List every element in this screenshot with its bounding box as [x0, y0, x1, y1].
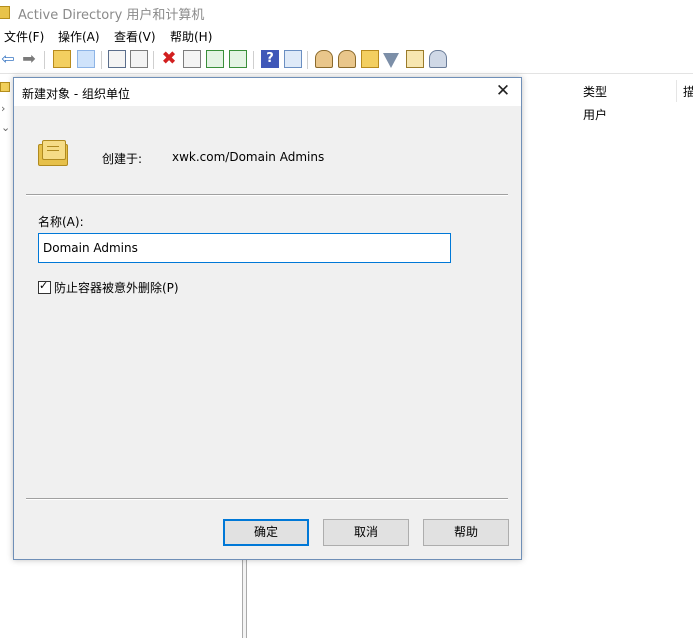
- filter-icon[interactable]: [383, 53, 399, 68]
- toolbar-separator: [253, 51, 254, 69]
- new-group-icon[interactable]: [338, 50, 356, 68]
- divider: [26, 194, 508, 196]
- menu-file[interactable]: 文件(F): [4, 28, 44, 45]
- tree-pane: › ⌄: [0, 80, 10, 140]
- list-item-type: 用户: [583, 108, 608, 122]
- pane-splitter[interactable]: [242, 560, 247, 638]
- protect-from-deletion-row[interactable]: ✓ 防止容器被意外删除(P): [38, 279, 179, 296]
- delete-icon[interactable]: ✖: [160, 50, 178, 68]
- find-icon[interactable]: [406, 50, 424, 68]
- window-title: Active Directory 用户和计算机: [18, 8, 205, 23]
- help-icon[interactable]: ?: [261, 50, 279, 68]
- divider: [26, 498, 508, 500]
- new-user-icon[interactable]: [315, 50, 333, 68]
- toolbar: ⇦ ➡ ✖ ?: [0, 47, 693, 74]
- menu-bar: 文件(F) 操作(A) 查看(V) 帮助(H): [0, 25, 693, 47]
- new-ou-icon[interactable]: [361, 50, 379, 68]
- show-tree-icon[interactable]: [77, 50, 95, 68]
- name-input[interactable]: [38, 233, 451, 263]
- cut-icon[interactable]: [108, 50, 126, 68]
- protect-from-deletion-label[interactable]: 防止容器被意外删除(P): [54, 281, 179, 295]
- toolbar-separator: [307, 51, 308, 69]
- toolbar-separator: [44, 51, 45, 69]
- copy-icon[interactable]: [130, 50, 148, 68]
- new-object-ou-dialog: 新建对象 - 组织单位 ✕ 创建于: xwk.com/Domain Admins…: [13, 77, 522, 560]
- ad-folder-icon: [0, 6, 10, 19]
- toolbar-separator: [153, 51, 154, 69]
- menu-help[interactable]: 帮助(H): [170, 28, 212, 45]
- created-in-label: 创建于:: [102, 152, 143, 166]
- chevron-right-icon[interactable]: ›: [1, 102, 5, 115]
- menu-action[interactable]: 操作(A): [58, 28, 100, 45]
- column-header-description[interactable]: 描: [683, 83, 693, 100]
- column-separator[interactable]: [676, 80, 677, 102]
- checkmark-icon: ✓: [39, 279, 49, 292]
- ok-button[interactable]: 确定: [223, 519, 309, 546]
- up-folder-icon[interactable]: [53, 50, 71, 68]
- forward-arrow-icon[interactable]: ➡: [20, 50, 38, 68]
- organizational-unit-icon: [38, 140, 68, 166]
- dialog-title: 新建对象 - 组织单位: [22, 87, 130, 101]
- chevron-down-icon[interactable]: ⌄: [1, 121, 10, 134]
- properties-icon[interactable]: [183, 50, 201, 68]
- menu-view[interactable]: 查看(V): [114, 28, 156, 45]
- protect-from-deletion-checkbox[interactable]: ✓: [38, 279, 51, 294]
- help-button[interactable]: 帮助: [423, 519, 509, 546]
- back-arrow-icon[interactable]: ⇦: [0, 50, 17, 68]
- created-in-value: xwk.com/Domain Admins: [172, 150, 325, 164]
- close-icon[interactable]: ✕: [493, 81, 513, 101]
- export-icon[interactable]: [229, 50, 247, 68]
- toolbar-separator: [101, 51, 102, 69]
- window-titlebar: Active Directory 用户和计算机: [0, 0, 693, 25]
- users-icon[interactable]: [429, 50, 447, 68]
- name-label: 名称(A):: [38, 215, 84, 229]
- dialog-titlebar: 新建对象 - 组织单位 ✕: [14, 78, 521, 106]
- tree-folder-icon: [0, 82, 10, 92]
- cancel-button[interactable]: 取消: [323, 519, 409, 546]
- refresh-icon[interactable]: [206, 50, 224, 68]
- column-header-type[interactable]: 类型: [583, 83, 607, 100]
- console-view-icon[interactable]: [284, 50, 302, 68]
